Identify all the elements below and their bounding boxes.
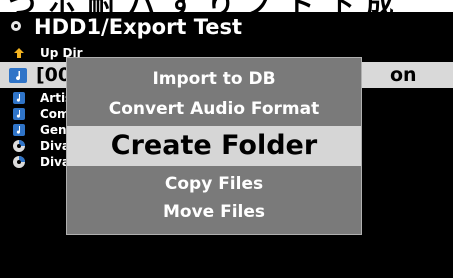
context-menu: Import to DB Convert Audio Format Create…: [66, 57, 362, 235]
banner-text: つ ホ 耐 ハ す り ノ ト 下 成: [8, 0, 395, 12]
menu-item-convert-audio-format[interactable]: Convert Audio Format: [67, 94, 361, 124]
list-item-trailing-text: on: [390, 64, 417, 86]
up-arrow-icon: [14, 48, 24, 58]
cd-icon: [13, 156, 25, 168]
file-browser-screen: HDD1/Export Test Up Dir [00 on Artis Com…: [0, 12, 453, 278]
list-item-label: Gen: [40, 123, 67, 137]
cd-icon: [13, 140, 25, 152]
music-note-icon: [13, 92, 25, 104]
menu-item-import-to-db[interactable]: Import to DB: [67, 64, 361, 94]
top-banner: つ ホ 耐 ハ す り ノ ト 下 成: [0, 0, 453, 12]
music-note-icon: [13, 124, 25, 136]
path-title: HDD1/Export Test: [34, 15, 243, 39]
menu-item-copy-files[interactable]: Copy Files: [67, 170, 361, 198]
music-note-icon: [13, 108, 25, 120]
path-bar: HDD1/Export Test: [0, 12, 453, 42]
location-pin-icon: [11, 21, 21, 31]
menu-item-move-files[interactable]: Move Files: [67, 198, 361, 226]
folder-music-icon: [9, 68, 27, 83]
menu-item-create-folder[interactable]: Create Folder: [67, 126, 361, 166]
